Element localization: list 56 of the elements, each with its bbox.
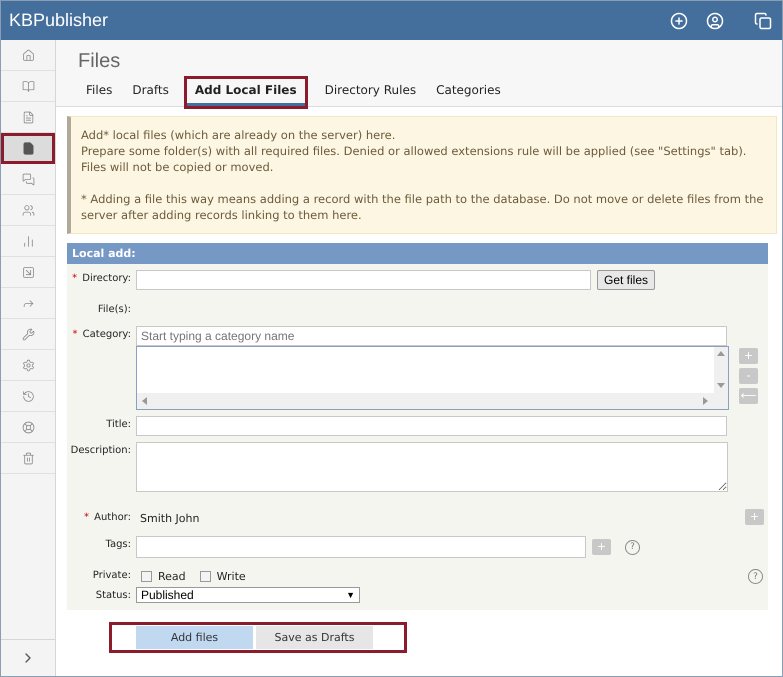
checkbox[interactable] [141,571,152,582]
field-label: Tags: [104,538,131,550]
users-icon [22,204,34,216]
history-icon [22,390,34,402]
chat-icon [22,172,34,186]
user-icon[interactable] [706,12,724,30]
notice-text: * Adding a file this way means adding a record with the file path to the database. Do not move or delete files from the server after adding records linking to them here. [81,191,764,223]
tags-field[interactable] [136,536,586,558]
directory-field[interactable] [136,270,591,290]
tab[interactable]: Directory Rules [316,79,424,106]
tab[interactable]: Files [78,79,120,106]
description-field[interactable] [136,442,728,492]
primary-button[interactable]: Add files [136,626,253,649]
home-icon [22,48,34,62]
checkbox-label: Read [158,570,186,583]
get-files-button[interactable]: Get files [597,270,656,290]
field-label: * Author: [82,511,131,523]
scroll-arrow-icon[interactable] [141,397,149,405]
field-label: Description: [70,444,131,456]
help-icon[interactable]: ? [625,540,640,554]
notice-text: Prepare some folder(s) with all required files. Denied or allowed extensions rule will be applied (see "Settings" tab). Files will not be copied or moved. [81,143,748,175]
author-name: Smith John [139,511,200,525]
field-label: Status: [94,589,131,601]
field-label: * Category: [71,328,131,340]
secondary-button[interactable]: Save as Drafts [256,626,373,649]
form-header: Local add: [67,243,768,264]
field-label: Private: [92,569,131,581]
checkbox[interactable] [200,571,211,582]
category-list[interactable] [136,346,729,410]
export-icon [22,266,34,278]
field-label: Title: [105,418,131,430]
wrench-icon [22,328,34,340]
field-label: * Directory: [71,272,131,284]
scroll-arrow-icon[interactable] [717,350,725,358]
help-icon[interactable]: ? [748,569,763,584]
checkbox-label: Write [216,570,246,583]
lifebuoy-icon [22,420,34,434]
tab[interactable]: Drafts [124,79,177,106]
book-icon [22,80,34,92]
notice-text: Add* local files (which are already on the server) here. [81,127,396,143]
status-select[interactable]: Published ▼ [136,587,360,603]
sidebar-item[interactable] [1,133,55,164]
field-label: File(s): [96,303,131,315]
file-icon [22,142,34,154]
chart-icon [22,234,34,248]
category-field[interactable]: Start typing a category name [136,326,727,346]
page-title: Files [78,50,122,73]
tab[interactable]: Add Local Files [186,79,305,106]
windows-icon[interactable] [754,12,772,30]
app-title: KBPublisher [9,10,110,31]
document-icon [22,110,34,124]
title-field[interactable] [136,416,727,436]
trash-icon [22,452,34,464]
add-icon[interactable] [670,12,688,30]
tab[interactable]: Categories [428,79,509,106]
settings-icon [22,358,34,372]
